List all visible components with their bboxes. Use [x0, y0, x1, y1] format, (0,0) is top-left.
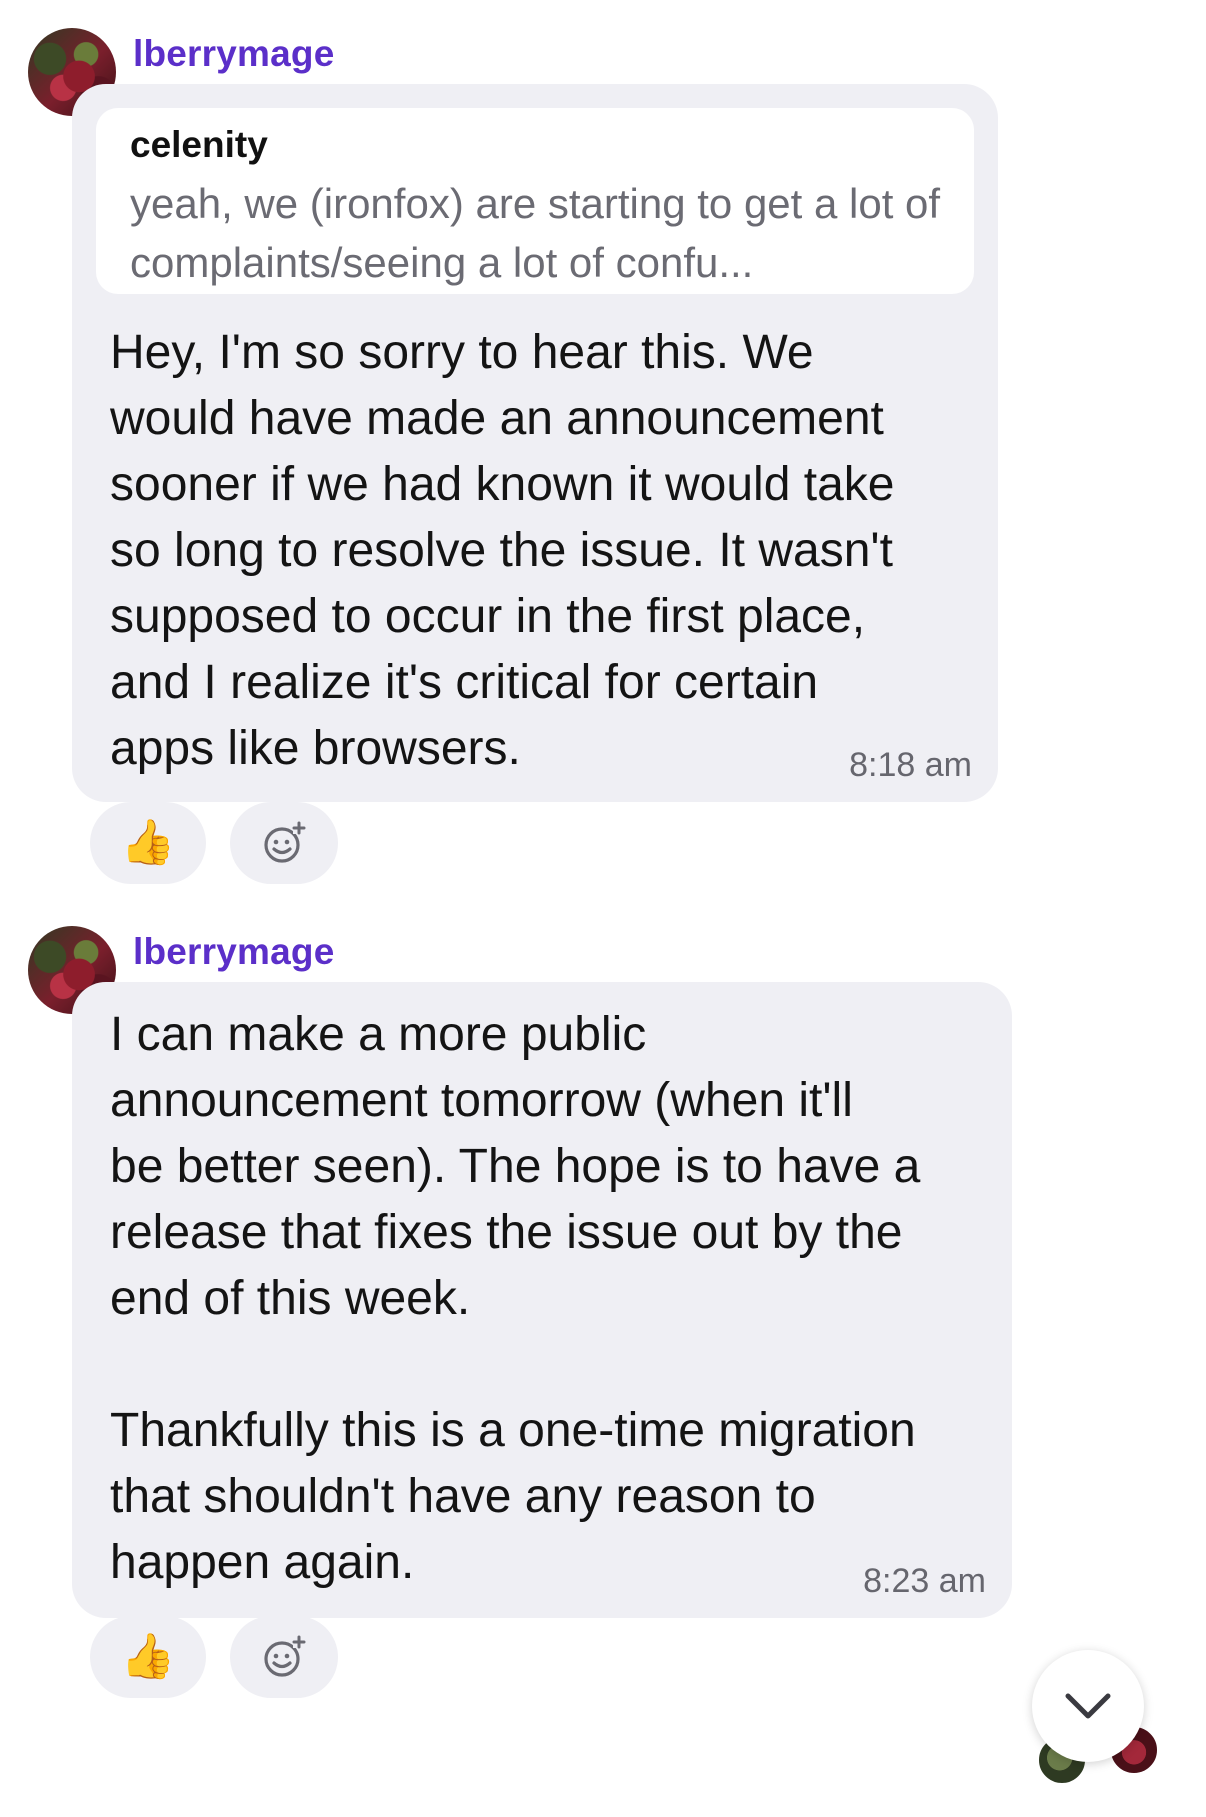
message-bubble[interactable]: I can make a more public announcement to…	[72, 982, 1012, 1618]
message-bubble[interactable]: celenity yeah, we (ironfox) are starting…	[72, 84, 998, 802]
reply-quote-author: celenity	[130, 124, 268, 165]
add-reaction-button[interactable]	[230, 1616, 338, 1698]
reply-quote[interactable]: celenity yeah, we (ironfox) are starting…	[96, 108, 974, 294]
add-reaction-button[interactable]	[230, 802, 338, 884]
sender-name[interactable]: lberrymage	[133, 33, 335, 75]
chevron-down-icon	[1065, 1693, 1111, 1719]
scroll-to-bottom-button[interactable]	[1032, 1650, 1144, 1762]
add-reaction-icon	[264, 821, 306, 863]
add-reaction-icon	[264, 1635, 306, 1677]
message-timestamp: 8:23 am	[863, 1562, 986, 1600]
thumbs-up-icon: 👍	[120, 818, 176, 867]
message-text: Hey, I'm so sorry to hear this. We would…	[110, 326, 895, 775]
message-text: I can make a more public announcement to…	[110, 1008, 921, 1589]
sender-name[interactable]: lberrymage	[133, 931, 335, 973]
message-timestamp: 8:18 am	[849, 746, 972, 784]
reaction-thumbs-up[interactable]: 👍	[90, 1616, 206, 1698]
reply-quote-text: yeah, we (ironfox) are starting to get a…	[130, 180, 941, 286]
thumbs-up-icon: 👍	[120, 1632, 176, 1681]
reaction-thumbs-up[interactable]: 👍	[90, 802, 206, 884]
